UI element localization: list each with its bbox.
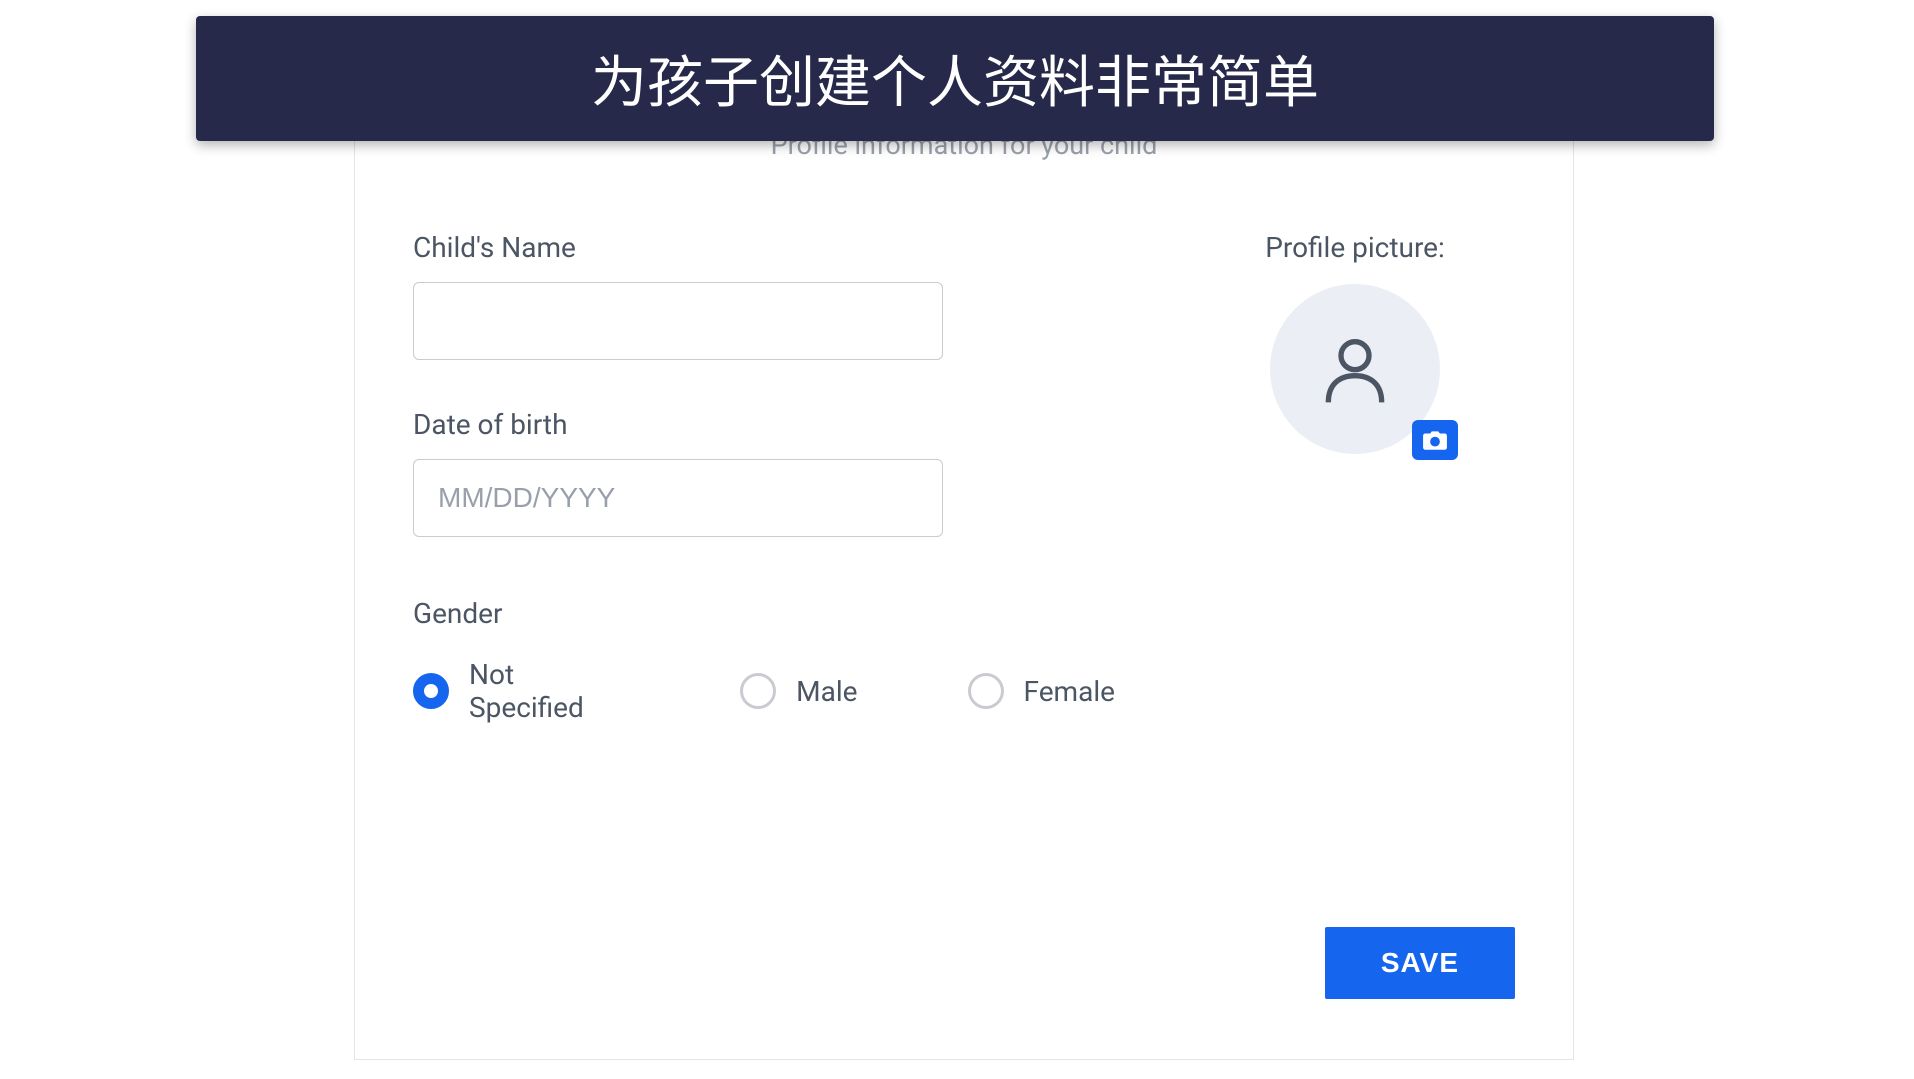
save-button[interactable]: SAVE xyxy=(1325,927,1515,999)
gender-section: Gender Not Specified Male Female xyxy=(413,597,1115,724)
radio-label-not-specified: Not Specified xyxy=(469,658,630,724)
form-right-column: Profile picture: xyxy=(1195,231,1515,724)
banner-title: 为孩子创建个人资料非常简单 xyxy=(591,50,1319,116)
child-name-group: Child's Name xyxy=(413,231,1115,360)
radio-female[interactable]: Female xyxy=(968,658,1115,724)
profile-form-card: Profile information for your child Child… xyxy=(354,100,1574,1060)
dob-input[interactable] xyxy=(413,459,943,537)
camera-icon xyxy=(1422,429,1448,451)
upload-photo-button[interactable] xyxy=(1412,420,1458,460)
avatar-wrapper xyxy=(1270,284,1440,454)
child-name-input[interactable] xyxy=(413,282,943,360)
gender-radio-row: Not Specified Male Female xyxy=(413,658,1115,724)
person-icon xyxy=(1315,329,1395,409)
gender-label: Gender xyxy=(413,597,1115,630)
radio-circle-icon xyxy=(968,673,1004,709)
radio-label-female: Female xyxy=(1024,675,1115,708)
radio-circle-icon xyxy=(740,673,776,709)
dob-group: Date of birth xyxy=(413,408,1115,537)
banner-heading: 为孩子创建个人资料非常简单 xyxy=(196,16,1714,141)
radio-label-male: Male xyxy=(796,675,857,708)
form-left-column: Child's Name Date of birth Gender Not Sp… xyxy=(413,231,1115,724)
profile-picture-label: Profile picture: xyxy=(1265,231,1445,264)
radio-male[interactable]: Male xyxy=(740,658,857,724)
dob-label: Date of birth xyxy=(413,408,1115,441)
form-content: Child's Name Date of birth Gender Not Sp… xyxy=(413,231,1515,724)
radio-not-specified[interactable]: Not Specified xyxy=(413,658,630,724)
child-name-label: Child's Name xyxy=(413,231,1115,264)
radio-circle-icon xyxy=(413,673,449,709)
